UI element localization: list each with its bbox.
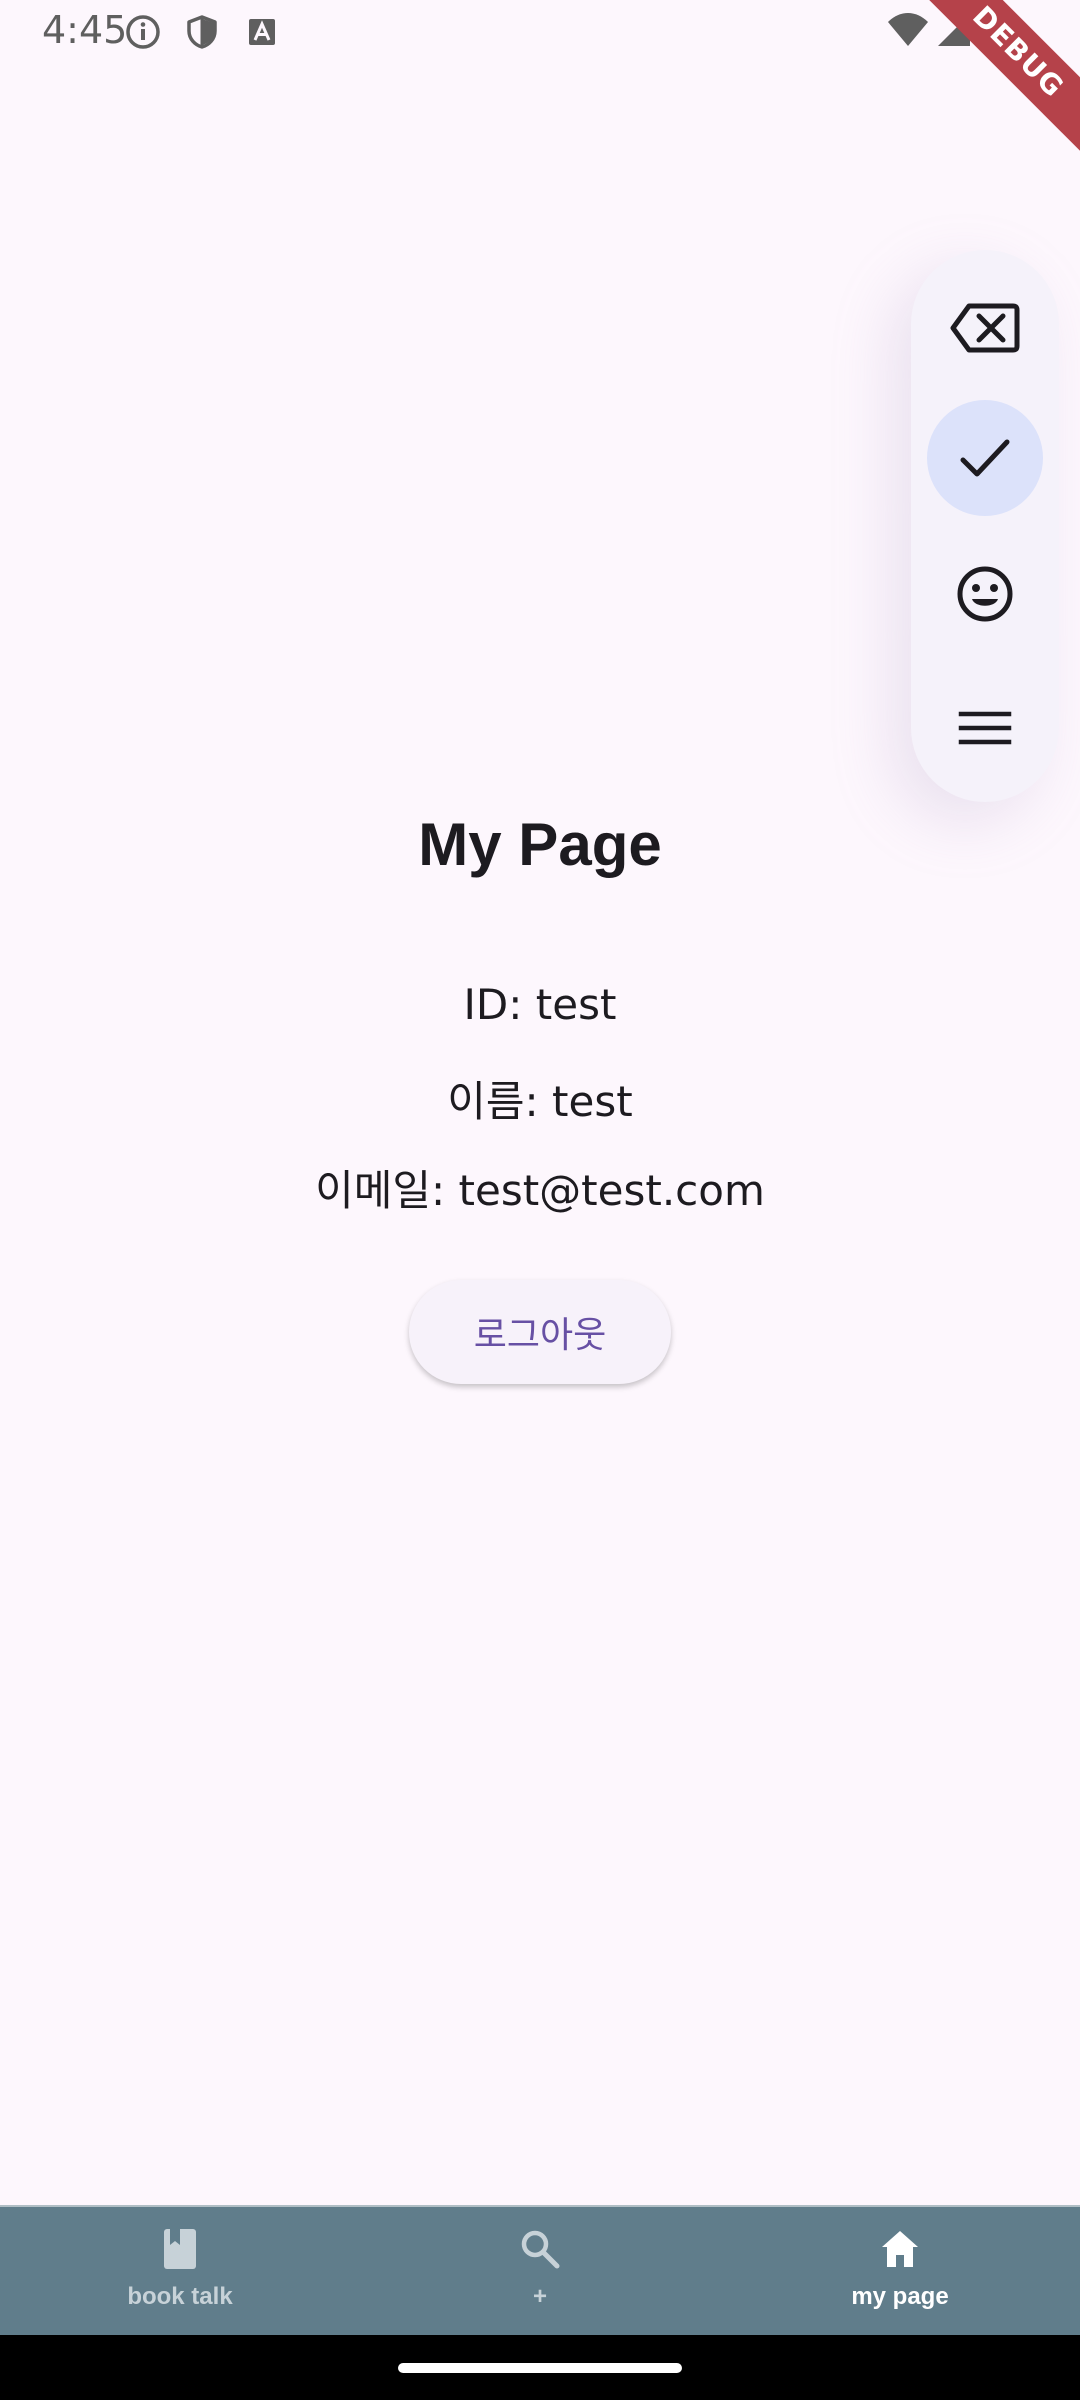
nav-label-plus: + bbox=[532, 2283, 547, 2310]
status-bar: 4:45 DEBUG bbox=[0, 0, 1080, 156]
user-name-text: 이름: test bbox=[447, 1077, 633, 1126]
logout-button[interactable]: 로그아웃 bbox=[409, 1280, 671, 1384]
page-title: My Page bbox=[418, 811, 662, 878]
user-id-text: ID: test bbox=[463, 980, 617, 1029]
side-action-pill bbox=[911, 250, 1059, 802]
status-time: 4:45 bbox=[42, 8, 128, 52]
check-button[interactable] bbox=[927, 400, 1043, 516]
smiley-icon bbox=[957, 566, 1013, 622]
nav-item-book-talk[interactable]: book talk bbox=[0, 2207, 360, 2337]
book-icon bbox=[158, 2227, 202, 2271]
shield-icon bbox=[184, 14, 220, 50]
text-icon bbox=[244, 14, 280, 50]
nav-label-my-page: my page bbox=[851, 2283, 949, 2310]
search-icon bbox=[518, 2227, 562, 2271]
bottom-navigation: book talk + my page bbox=[0, 2205, 1080, 2337]
check-icon bbox=[960, 439, 1010, 477]
nav-item-my-page[interactable]: my page bbox=[720, 2207, 1080, 2337]
wifi-icon bbox=[886, 10, 930, 50]
emoji-button[interactable] bbox=[927, 536, 1043, 652]
menu-icon bbox=[958, 711, 1012, 745]
backspace-button[interactable] bbox=[927, 270, 1043, 386]
screen: 4:45 DEBUG My Page ID: test 이름: test 이메일… bbox=[0, 0, 1080, 2400]
user-email-text: 이메일: test@test.com bbox=[315, 1166, 765, 1215]
home-icon bbox=[878, 2227, 922, 2271]
menu-button[interactable] bbox=[927, 670, 1043, 786]
nav-item-plus[interactable]: + bbox=[360, 2207, 720, 2337]
info-icon bbox=[125, 14, 161, 50]
backspace-icon bbox=[950, 303, 1020, 353]
nav-label-book-talk: book talk bbox=[127, 2283, 233, 2310]
home-indicator[interactable] bbox=[398, 2363, 682, 2373]
